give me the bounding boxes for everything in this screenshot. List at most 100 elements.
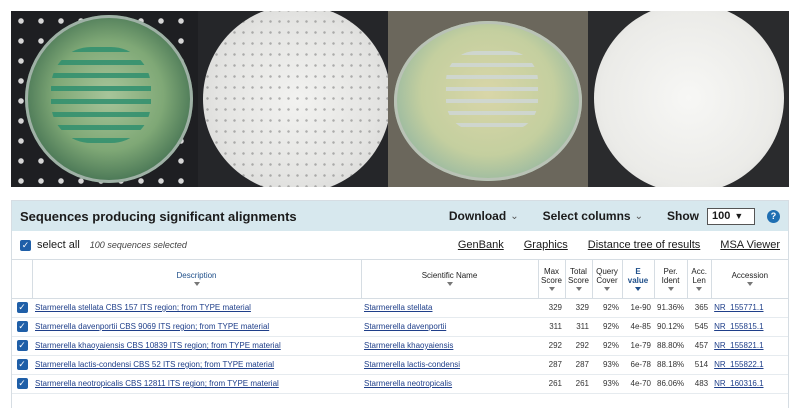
- row-checkbox[interactable]: ✓: [16, 302, 28, 313]
- msa-viewer-link[interactable]: MSA Viewer: [720, 239, 780, 251]
- sort-icon: [446, 282, 453, 287]
- show-count-select[interactable]: 100 ▼: [707, 207, 755, 225]
- header-e-value[interactable]: E value: [622, 260, 655, 299]
- row-checkbox[interactable]: ✓: [16, 359, 28, 370]
- query-cover-cell: 92%: [592, 336, 622, 356]
- culture-streak: [446, 51, 538, 131]
- acc-len-cell: 365: [687, 298, 712, 318]
- header-acc-len[interactable]: Acc. Len: [687, 260, 712, 299]
- header-per-ident-line1: Per.: [663, 266, 678, 276]
- microscope-field: [203, 11, 388, 187]
- accession-link[interactable]: NR_155771.1: [714, 303, 763, 312]
- header-scientific-name-label: Scientific Name: [421, 271, 478, 281]
- accession-cell: NR_155821.1: [711, 336, 788, 356]
- scientific-name-cell: Starmerella lactis-condensi: [361, 355, 538, 375]
- selected-count: 100 sequences selected: [89, 240, 187, 250]
- agar-plate-photo-pale: [388, 11, 588, 187]
- accession-link[interactable]: NR_155822.1: [714, 360, 763, 369]
- genbank-link[interactable]: GenBank: [458, 239, 504, 251]
- scientific-name-cell: Starmerella neotropicalis: [361, 374, 538, 394]
- max-score-cell: 292: [538, 336, 565, 356]
- show-label: Show: [667, 209, 699, 223]
- distance-tree-link[interactable]: Distance tree of results: [588, 239, 701, 251]
- header-total-score[interactable]: Total Score: [565, 260, 593, 299]
- header-e-value-line2: value: [627, 275, 649, 285]
- accession-link[interactable]: NR_155821.1: [714, 341, 763, 350]
- row-checkbox-cell: ✓: [12, 298, 32, 318]
- header-per-ident-line2: Ident: [661, 275, 680, 285]
- alignment-results-panel: Sequences producing significant alignmen…: [11, 200, 789, 408]
- row-checkbox-cell: ✓: [12, 374, 32, 394]
- scientific-name-cell: Starmerella stellata: [361, 298, 538, 318]
- max-score-cell: 329: [538, 298, 565, 318]
- chevron-down-icon: ⌄: [510, 210, 519, 222]
- scientific-name-link[interactable]: Starmerella stellata: [364, 303, 432, 312]
- header-description-label: Description: [176, 271, 217, 281]
- e-value-cell: 4e-70: [622, 374, 654, 394]
- scientific-name-cell: Starmerella davenportii: [361, 317, 538, 337]
- row-checkbox[interactable]: ✓: [16, 378, 28, 389]
- max-score-cell: 311: [538, 317, 565, 337]
- header-max-score[interactable]: Max Score: [538, 260, 566, 299]
- per-ident-cell: 88.18%: [654, 355, 688, 375]
- table-row: ✓ Starmerella davenportii CBS 9069 ITS r…: [12, 317, 788, 337]
- description-link[interactable]: Starmerella khaoyaiensis CBS 10839 ITS r…: [35, 341, 281, 350]
- sort-icon: [548, 286, 555, 291]
- description-link[interactable]: Starmerella neotropicalis CBS 12811 ITS …: [35, 379, 279, 388]
- header-query-cover-line1: Query: [596, 266, 618, 276]
- description-link[interactable]: Starmerella lactis-condensi CBS 52 ITS r…: [35, 360, 274, 369]
- header-query-cover[interactable]: Query Cover: [592, 260, 623, 299]
- header-e-value-line1: E: [635, 266, 641, 276]
- download-button[interactable]: Download ⌄: [449, 209, 519, 223]
- total-score-cell: 329: [565, 298, 592, 318]
- e-value-cell: 1e-90: [622, 298, 654, 318]
- accession-link[interactable]: NR_155815.1: [714, 322, 763, 331]
- description-cell: Starmerella lactis-condensi CBS 52 ITS r…: [32, 355, 361, 375]
- select-all-label[interactable]: select all: [37, 239, 80, 251]
- sort-icon: [575, 286, 582, 291]
- header-query-cover-line2: Cover: [596, 275, 618, 285]
- header-checkbox-col: [12, 260, 33, 299]
- header-scientific-name[interactable]: Scientific Name: [361, 260, 539, 299]
- row-checkbox-cell: ✓: [12, 355, 32, 375]
- table-row: ✓ Starmerella neotropicalis CBS 12811 IT…: [12, 374, 788, 394]
- chevron-down-icon: ⌄: [634, 210, 643, 222]
- scientific-name-cell: Starmerella khaoyaiensis: [361, 336, 538, 356]
- results-toolbar: ✓ select all 100 sequences selected GenB…: [12, 231, 788, 260]
- row-checkbox-cell: ✓: [12, 336, 32, 356]
- description-link[interactable]: Starmerella davenportii CBS 9069 ITS reg…: [35, 322, 269, 331]
- acc-len-cell: 514: [687, 355, 712, 375]
- description-link[interactable]: Starmerella stellata CBS 157 ITS region;…: [35, 303, 251, 312]
- scientific-name-link[interactable]: Starmerella neotropicalis: [364, 379, 452, 388]
- total-score-cell: 311: [565, 317, 592, 337]
- max-score-cell: 261: [538, 374, 565, 394]
- acc-len-cell: 483: [687, 374, 712, 394]
- header-accession[interactable]: Accession: [711, 260, 788, 299]
- scientific-name-link[interactable]: Starmerella lactis-condensi: [364, 360, 460, 369]
- select-all-checkbox[interactable]: ✓: [20, 239, 31, 251]
- graphics-link[interactable]: Graphics: [524, 239, 568, 251]
- per-ident-cell: 86.06%: [654, 374, 688, 394]
- select-columns-label: Select columns: [542, 209, 631, 223]
- help-icon[interactable]: ?: [767, 209, 780, 223]
- description-cell: Starmerella neotropicalis CBS 12811 ITS …: [32, 374, 361, 394]
- header-description[interactable]: Description: [32, 260, 362, 299]
- panel-header: Sequences producing significant alignmen…: [12, 201, 788, 231]
- row-checkbox-cell: ✓: [12, 317, 32, 337]
- sort-icon: [696, 286, 703, 291]
- row-checkbox[interactable]: ✓: [16, 340, 28, 351]
- scientific-name-link[interactable]: Starmerella khaoyaiensis: [364, 341, 453, 350]
- accession-cell: NR_155771.1: [711, 298, 788, 318]
- table-row: ✓ Starmerella stellata CBS 157 ITS regio…: [12, 298, 788, 318]
- alignments-table: Description Scientific Name Max Score To…: [12, 260, 788, 394]
- accession-link[interactable]: NR_160316.1: [714, 379, 763, 388]
- select-columns-button[interactable]: Select columns ⌄: [543, 209, 643, 223]
- accession-cell: NR_155815.1: [711, 317, 788, 337]
- header-per-ident[interactable]: Per. Ident: [654, 260, 688, 299]
- header-total-score-line2: Score: [568, 275, 589, 285]
- microscopy-photo-1: [198, 11, 388, 187]
- total-score-cell: 287: [565, 355, 592, 375]
- photo-strip: [11, 11, 789, 187]
- scientific-name-link[interactable]: Starmerella davenportii: [364, 322, 446, 331]
- row-checkbox[interactable]: ✓: [16, 321, 28, 332]
